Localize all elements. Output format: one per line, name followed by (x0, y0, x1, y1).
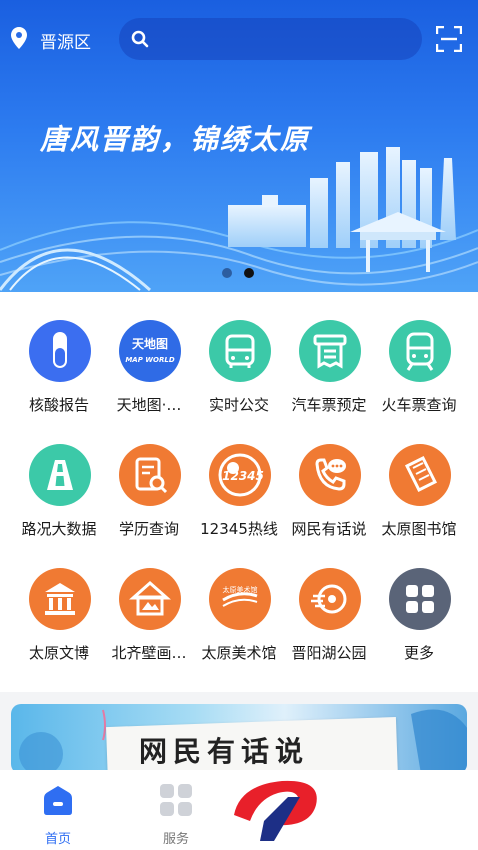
service-label: 火车票查询 (381, 396, 457, 414)
art-gallery-icon: 太原美术馆 (209, 568, 271, 630)
service-label: 太原图书馆 (381, 520, 457, 538)
museum-icon (29, 568, 91, 630)
location-pin-icon[interactable] (10, 26, 28, 50)
road-icon (29, 444, 91, 506)
service-beiqi-murals[interactable]: 北齐壁画… (102, 540, 196, 662)
search-input[interactable] (119, 18, 422, 60)
service-label: 晋阳湖公园 (291, 644, 367, 662)
test-tube-icon (29, 320, 91, 382)
banner-slogan: 唐风晋韵，锦绣太原 (40, 123, 311, 156)
banner-carousel[interactable]: 晋源区 唐风晋韵，锦绣太原 (0, 0, 478, 292)
brand-logo-icon (234, 780, 317, 841)
service-label: 太原文博 (28, 644, 89, 662)
promo-banner-netizen-voice[interactable]: 网民有话说 (11, 704, 467, 774)
phone-chat-icon (299, 444, 361, 506)
apps-grid-icon (160, 784, 192, 816)
service-label: 实时公交 (208, 396, 269, 414)
train-icon (389, 320, 451, 382)
promo-title: 网民有话说 (139, 735, 310, 768)
service-art-gallery[interactable]: 太原美术馆 太原美术馆 (192, 540, 286, 662)
service-label: 学历查询 (118, 520, 179, 538)
service-train-ticket[interactable]: 火车票查询 (372, 292, 466, 414)
service-taiyuan-museum[interactable]: 太原文博 (12, 540, 106, 662)
library-book-icon (389, 444, 451, 506)
map-world-icon: 天地图 MAP WORLD (119, 320, 181, 382)
service-label: 路况大数据 (21, 520, 97, 538)
park-icon (299, 568, 361, 630)
more-grid-icon (389, 568, 451, 630)
service-education-query[interactable]: 学历查询 (102, 416, 196, 538)
service-hotline-12345[interactable]: 12345 12345热线 (192, 416, 286, 538)
service-label: 12345热线 (200, 520, 278, 538)
svg-text:12345: 12345 (222, 469, 264, 483)
service-label: 汽车票预定 (291, 396, 367, 414)
service-label: 核酸报告 (28, 396, 89, 414)
tab-services[interactable]: 服务 (120, 770, 220, 850)
service-label: 天地图·… (116, 396, 182, 414)
service-taiyuan-library[interactable]: 太原图书馆 (372, 416, 466, 538)
svg-text:MAP WORLD: MAP WORLD (125, 356, 174, 364)
service-more[interactable]: 更多 (372, 540, 466, 662)
location-district[interactable]: 晋源区 (40, 28, 91, 53)
document-search-icon (119, 444, 181, 506)
ticket-icon (299, 320, 361, 382)
tab-home-label: 首页 (44, 832, 71, 847)
service-realtime-bus[interactable]: 实时公交 (192, 292, 286, 414)
home-icon (44, 786, 72, 815)
tab-home[interactable]: 首页 (2, 770, 102, 850)
house-picture-icon (119, 568, 181, 630)
scan-icon[interactable] (436, 26, 462, 52)
service-netizen-voice[interactable]: 网民有话说 (282, 416, 376, 538)
service-label: 太原美术馆 (201, 644, 277, 662)
top-bar: 晋源区 (0, 14, 478, 60)
service-bus-ticket[interactable]: 汽车票预定 (282, 292, 376, 414)
service-jinyang-lake-park[interactable]: 晋阳湖公园 (282, 540, 376, 662)
search-icon (131, 30, 149, 48)
service-label: 北齐壁画… (111, 644, 187, 662)
carousel-dot-1[interactable] (222, 268, 232, 278)
service-traffic-data[interactable]: 路况大数据 (12, 416, 106, 538)
carousel-dot-2-active[interactable] (244, 268, 254, 278)
service-map-world[interactable]: 天地图 MAP WORLD 天地图·… (102, 292, 196, 414)
tab-services-label: 服务 (162, 832, 189, 847)
service-nucleic-acid-report[interactable]: 核酸报告 (12, 292, 106, 414)
bus-icon (209, 320, 271, 382)
service-grid: 核酸报告 天地图 MAP WORLD 天地图·… 实时公交 汽车票预定 火车票查询… (0, 292, 478, 692)
service-label: 更多 (403, 644, 434, 662)
svg-text:太原美术馆: 太原美术馆 (223, 585, 258, 594)
service-label: 网民有话说 (291, 520, 367, 538)
hotline-12345-icon: 12345 (209, 444, 271, 506)
svg-text:天地图: 天地图 (132, 336, 168, 351)
